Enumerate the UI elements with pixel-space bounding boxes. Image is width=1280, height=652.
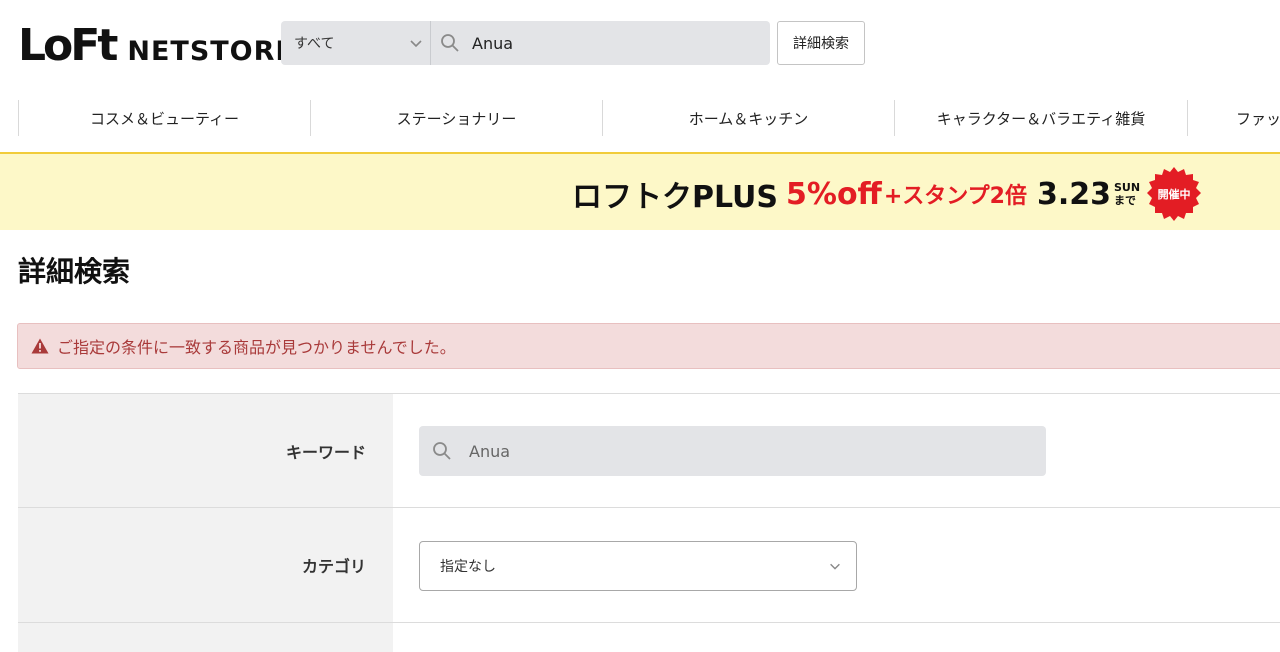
- banner-discount: 5%off: [786, 176, 882, 212]
- search-scope-value: すべて: [294, 36, 335, 52]
- search-input[interactable]: Anua: [472, 34, 513, 53]
- chevron-down-icon: [830, 563, 840, 570]
- advanced-search-button[interactable]: 詳細検索: [777, 21, 865, 65]
- category-select[interactable]: 指定なし: [419, 541, 857, 591]
- no-results-alert: ご指定の条件に一致する商品が見つかりませんでした。: [17, 323, 1280, 369]
- header-search: すべて Anua: [281, 21, 770, 65]
- next-form-row: [18, 622, 1280, 652]
- category-label: カテゴリ: [18, 508, 393, 622]
- banner-date-suffix: SUN まで: [1114, 181, 1140, 207]
- chevron-down-icon: [410, 40, 422, 48]
- keyword-value: Anua: [469, 441, 511, 461]
- promo-banner[interactable]: ロフトクPLUS 5%off +スタンプ2倍 3.23 SUN まで 開催中: [0, 152, 1280, 230]
- badge-text: 開催中: [1157, 188, 1191, 201]
- logo-text: NETSTORE: [127, 36, 295, 67]
- category-row: カテゴリ 指定なし: [18, 507, 1280, 622]
- promo-banner-content: ロフトクPLUS 5%off +スタンプ2倍 3.23 SUN まで 開催中: [572, 167, 1202, 221]
- logo-mark: LoFt: [18, 20, 118, 71]
- banner-badge: 開催中: [1146, 166, 1202, 222]
- banner-until: まで: [1114, 194, 1136, 207]
- site-header: LoFt NETSTORE すべて Anua 詳細検索: [0, 0, 1280, 88]
- nav-item-home-kitchen[interactable]: ホーム＆キッチン: [602, 100, 894, 136]
- category-value: 指定なし: [440, 559, 496, 575]
- search-icon[interactable]: [439, 32, 461, 54]
- banner-stamp: +スタンプ2倍: [883, 184, 1027, 209]
- nav-item-character[interactable]: キャラクター＆バラエティ雑貨: [894, 100, 1187, 136]
- alert-text: ご指定の条件に一致する商品が見つかりませんでした。: [57, 338, 456, 357]
- banner-day: SUN: [1114, 181, 1141, 194]
- nav-item-stationery[interactable]: ステーショナリー: [310, 100, 602, 136]
- warning-icon: [31, 338, 49, 354]
- category-nav: コスメ＆ビューティー ステーショナリー ホーム＆キッチン キャラクター＆バラエテ…: [0, 100, 1280, 136]
- nav-item-cosme[interactable]: コスメ＆ビューティー: [18, 100, 310, 136]
- keyword-input[interactable]: Anua: [419, 426, 1046, 476]
- loft-netstore-logo[interactable]: LoFt NETSTORE: [18, 22, 295, 68]
- search-icon: [433, 442, 451, 460]
- banner-campaign-name: ロフトクPLUS: [572, 180, 779, 215]
- search-scope-select[interactable]: すべて: [281, 21, 431, 65]
- keyword-row: キーワード Anua: [18, 393, 1280, 507]
- banner-date: 3.23: [1036, 176, 1111, 212]
- nav-item-fashion[interactable]: ファッ: [1187, 100, 1280, 136]
- page-title: 詳細検索: [18, 255, 131, 288]
- keyword-label: キーワード: [18, 394, 393, 507]
